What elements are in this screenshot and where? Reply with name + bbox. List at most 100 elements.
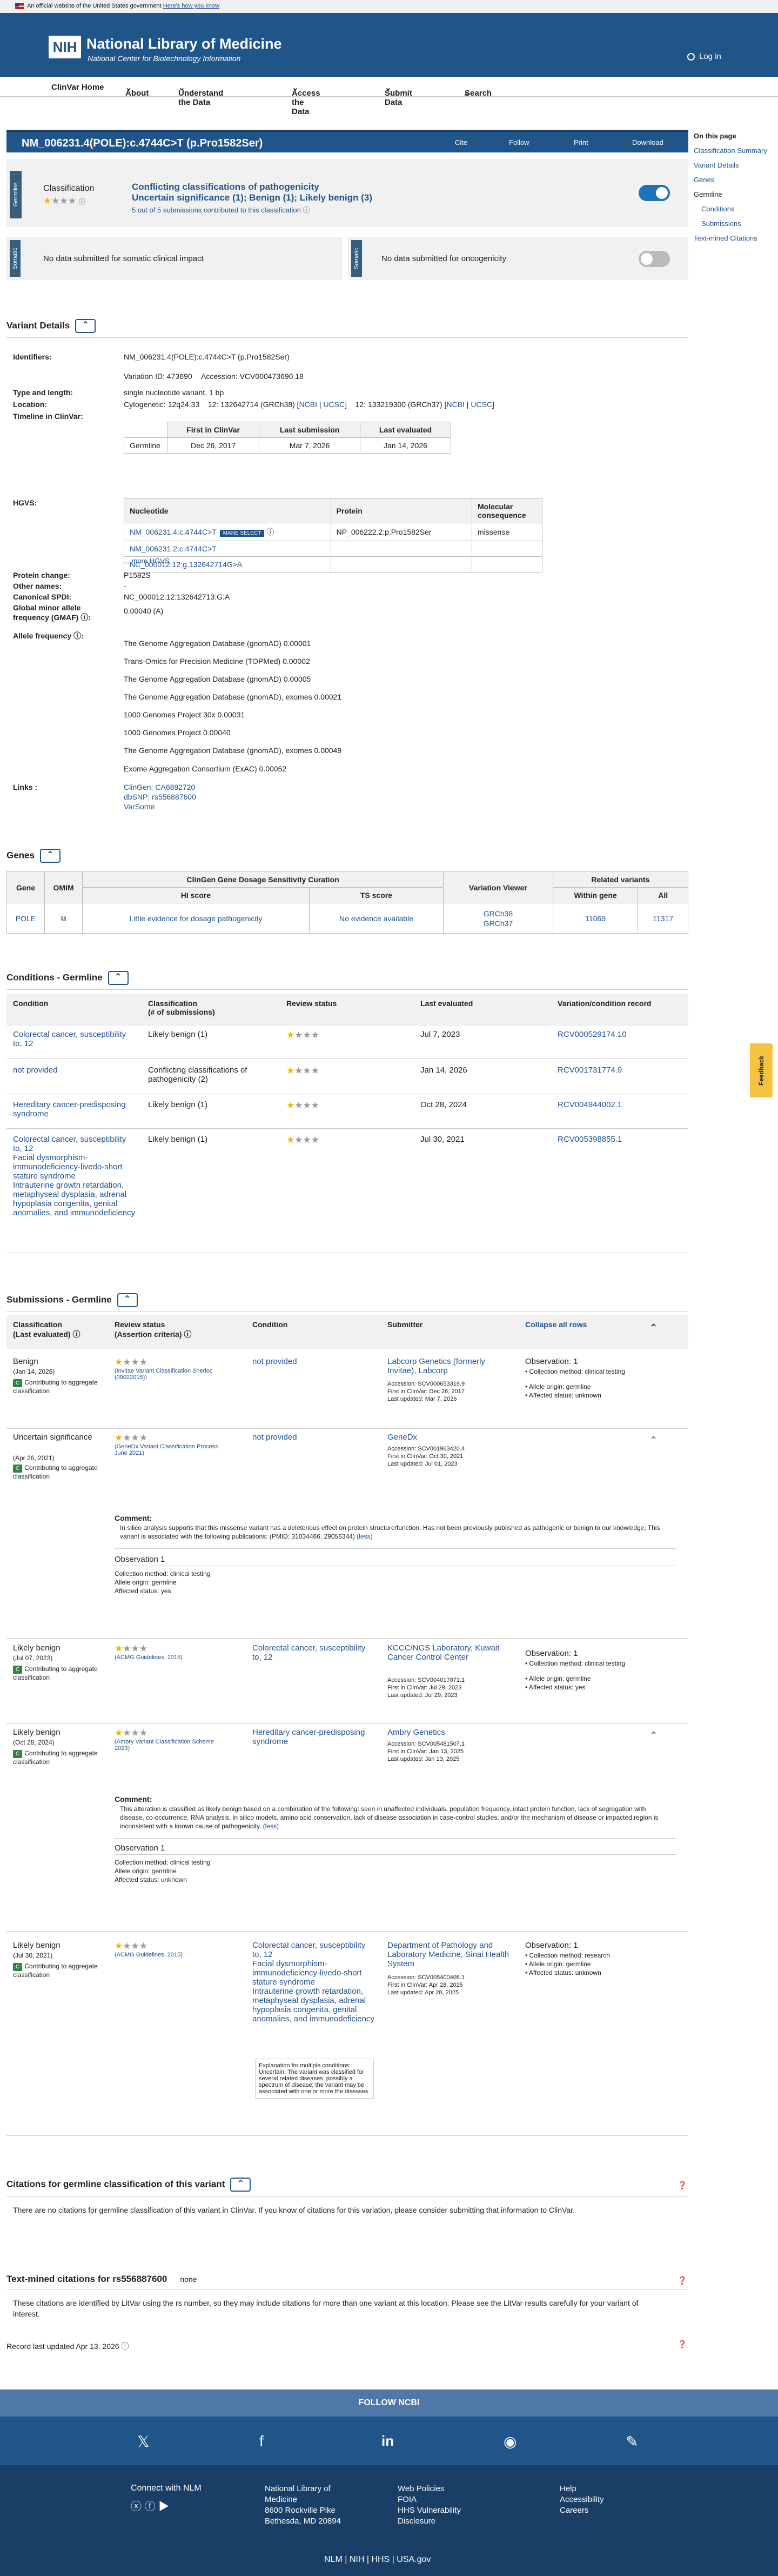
- chevron-up-icon[interactable]: ⌃: [649, 1435, 658, 1446]
- help-icon[interactable]: ❓: [678, 2181, 687, 2190]
- collapse-genes-button[interactable]: ⌃: [39, 849, 61, 863]
- submission-condition-link[interactable]: Colorectal cancer, susceptibility to, 12…: [252, 1941, 377, 2023]
- clingen-link[interactable]: ClinGen: CA6892720: [124, 783, 195, 791]
- chevron-up-icon[interactable]: ⌃: [649, 1730, 658, 1741]
- grch37-link[interactable]: GRCh37: [484, 919, 513, 928]
- facebook-icon[interactable]: ⓕ: [145, 2501, 156, 2513]
- submission-condition-link[interactable]: not provided: [252, 1357, 297, 1366]
- less-link[interactable]: (less): [263, 1822, 279, 1830]
- ncbi-link[interactable]: NCBI: [299, 400, 317, 409]
- twitter-icon[interactable]: 𝕏: [137, 2433, 150, 2451]
- nih-link[interactable]: NIH: [350, 2555, 365, 2564]
- assertion-criteria-link[interactable]: (Invitae Variant Classification Sherloc …: [115, 1368, 223, 1381]
- chevron-up-icon[interactable]: ⌃: [649, 1322, 658, 1334]
- follow-button[interactable]: Follow: [509, 138, 529, 147]
- foia-link[interactable]: FOIA: [398, 2494, 461, 2505]
- condition-link[interactable]: Colorectal cancer, susceptibility to, 12…: [13, 1135, 137, 1217]
- submitter-link[interactable]: Labcorp Genetics (formerly Invitae), Lab…: [387, 1357, 512, 1375]
- ncbi-link[interactable]: NCBI: [446, 400, 464, 409]
- within-gene-link[interactable]: 11069: [585, 914, 606, 923]
- submission-condition-link[interactable]: Colorectal cancer, susceptibility to, 12: [252, 1643, 371, 1662]
- youtube-icon[interactable]: ▶: [158, 2501, 169, 2513]
- nlm-link[interactable]: NLM: [324, 2555, 343, 2564]
- careers-link[interactable]: Careers: [560, 2505, 604, 2516]
- ts-score-link[interactable]: No evidence available: [339, 914, 413, 923]
- site-title[interactable]: National Library of Medicine: [86, 36, 282, 52]
- info-icon[interactable]: ⓘ: [79, 198, 85, 205]
- external-link-icon[interactable]: ⧉: [61, 914, 66, 922]
- hi-score-link[interactable]: Little evidence for dosage pathogenicity: [129, 914, 262, 923]
- print-button[interactable]: Print: [574, 138, 588, 147]
- collapse-conditions-button[interactable]: ⌃: [108, 971, 129, 985]
- assertion-criteria-link[interactable]: (ACMG Guidelines, 2015): [115, 1952, 183, 1958]
- feedback-tab[interactable]: Feedback: [750, 1043, 773, 1097]
- submitter-link[interactable]: Department of Pathology and Laboratory M…: [387, 1941, 512, 1968]
- submitter-link[interactable]: Ambry Genetics: [387, 1728, 445, 1737]
- nih-logo[interactable]: NIH: [49, 36, 81, 58]
- info-icon[interactable]: ⓘ: [73, 631, 81, 640]
- onpage-classification-summary[interactable]: Classification Summary: [694, 147, 767, 155]
- nav-about[interactable]: About ⌄: [125, 83, 149, 98]
- submission-condition-link[interactable]: not provided: [252, 1433, 297, 1442]
- hhs-link[interactable]: HHS: [371, 2555, 390, 2564]
- cite-button[interactable]: Cite: [455, 138, 467, 147]
- onpage-genes[interactable]: Genes: [694, 176, 714, 184]
- grch38-link[interactable]: GRCh38: [484, 909, 513, 918]
- collapse-variant-details-button[interactable]: ⌃: [75, 319, 96, 333]
- dbsnp-link[interactable]: dbSNP: rs556887600: [124, 793, 196, 801]
- classification-submission-count[interactable]: 5 out of 5 submissions contributed to th…: [132, 204, 310, 215]
- submitter-link[interactable]: GeneDx: [387, 1433, 417, 1442]
- facebook-icon[interactable]: f: [259, 2433, 264, 2450]
- submitter-link[interactable]: KCCC/NGS Laboratory, Kuwait Cancer Contr…: [387, 1643, 506, 1662]
- collapse-submissions-button[interactable]: ⌃: [117, 1293, 138, 1307]
- info-icon[interactable]: ⓘ: [184, 1330, 191, 1339]
- rcv-link[interactable]: RCV001731774.9: [558, 1066, 622, 1075]
- usagov-link[interactable]: USA.gov: [397, 2555, 431, 2564]
- ucsc-link[interactable]: UCSC: [471, 400, 492, 409]
- rcv-link[interactable]: RCV000529174.10: [558, 1030, 627, 1039]
- condition-link[interactable]: Hereditary cancer-predisposing syndrome: [13, 1100, 137, 1119]
- condition-link[interactable]: not provided: [13, 1066, 137, 1075]
- more-hgvs-link[interactable]: ... more HGVS: [124, 557, 170, 565]
- github-icon[interactable]: ◉: [504, 2433, 517, 2451]
- nav-submit[interactable]: Submit Data ⌄: [385, 83, 412, 107]
- help-icon[interactable]: ❓: [678, 2340, 687, 2349]
- nav-clinvar-home[interactable]: ClinVar Home: [51, 83, 104, 92]
- info-icon[interactable]: ⓘ: [266, 528, 274, 536]
- info-icon[interactable]: ⓘ: [81, 613, 88, 622]
- web-policies-link[interactable]: Web Policies: [398, 2484, 461, 2494]
- download-button[interactable]: Download: [632, 138, 663, 147]
- twitter-icon[interactable]: ⓧ: [131, 2501, 142, 2513]
- oncogenicity-toggle[interactable]: [639, 251, 670, 267]
- info-icon[interactable]: ⓘ: [303, 206, 310, 214]
- linkedin-icon[interactable]: in: [381, 2433, 394, 2449]
- info-icon[interactable]: ⓘ: [121, 2342, 129, 2351]
- submission-condition-link[interactable]: Hereditary cancer-predisposing syndrome: [252, 1728, 371, 1746]
- login-button[interactable]: Log in: [687, 52, 721, 61]
- germline-toggle[interactable]: [639, 185, 670, 201]
- assertion-criteria-link[interactable]: (ACMG Guidelines, 2015): [115, 1654, 183, 1661]
- collapse-all-rows-link[interactable]: Collapse all rows: [525, 1320, 587, 1329]
- rcv-link[interactable]: RCV004944002.1: [558, 1100, 622, 1109]
- onpage-submissions[interactable]: Submissions: [701, 219, 741, 228]
- onpage-variant-details[interactable]: Variant Details: [694, 161, 739, 169]
- assertion-criteria-link[interactable]: (GeneDx Variant Classification Process J…: [115, 1443, 223, 1456]
- blog-icon[interactable]: ✎: [626, 2433, 638, 2451]
- heres-how-link[interactable]: Here's how you know: [163, 3, 219, 9]
- varsome-link[interactable]: VarSome: [124, 802, 155, 811]
- all-variants-link[interactable]: 11317: [653, 914, 673, 923]
- nav-access[interactable]: Access the Data ⌄: [292, 83, 320, 116]
- collapse-citations-button[interactable]: ⌃: [230, 2178, 251, 2192]
- onpage-conditions[interactable]: Conditions: [701, 205, 734, 213]
- help-icon[interactable]: ❓: [678, 2276, 687, 2285]
- gene-pole-link[interactable]: POLE: [16, 914, 36, 923]
- assertion-criteria-link[interactable]: (Ambry Variant Classification Scheme 202…: [115, 1739, 223, 1752]
- ucsc-link[interactable]: UCSC: [323, 400, 345, 409]
- onpage-text-mined[interactable]: Text-mined Citations: [694, 234, 757, 242]
- hhs-vulnerability-link[interactable]: HHS Vulnerability: [398, 2505, 461, 2516]
- help-link[interactable]: Help: [560, 2484, 604, 2494]
- accessibility-link[interactable]: Accessibility: [560, 2494, 604, 2505]
- info-icon[interactable]: ⓘ: [72, 1330, 80, 1339]
- condition-link[interactable]: Colorectal cancer, susceptibility to, 12: [13, 1030, 137, 1048]
- less-link[interactable]: (less): [357, 1533, 372, 1540]
